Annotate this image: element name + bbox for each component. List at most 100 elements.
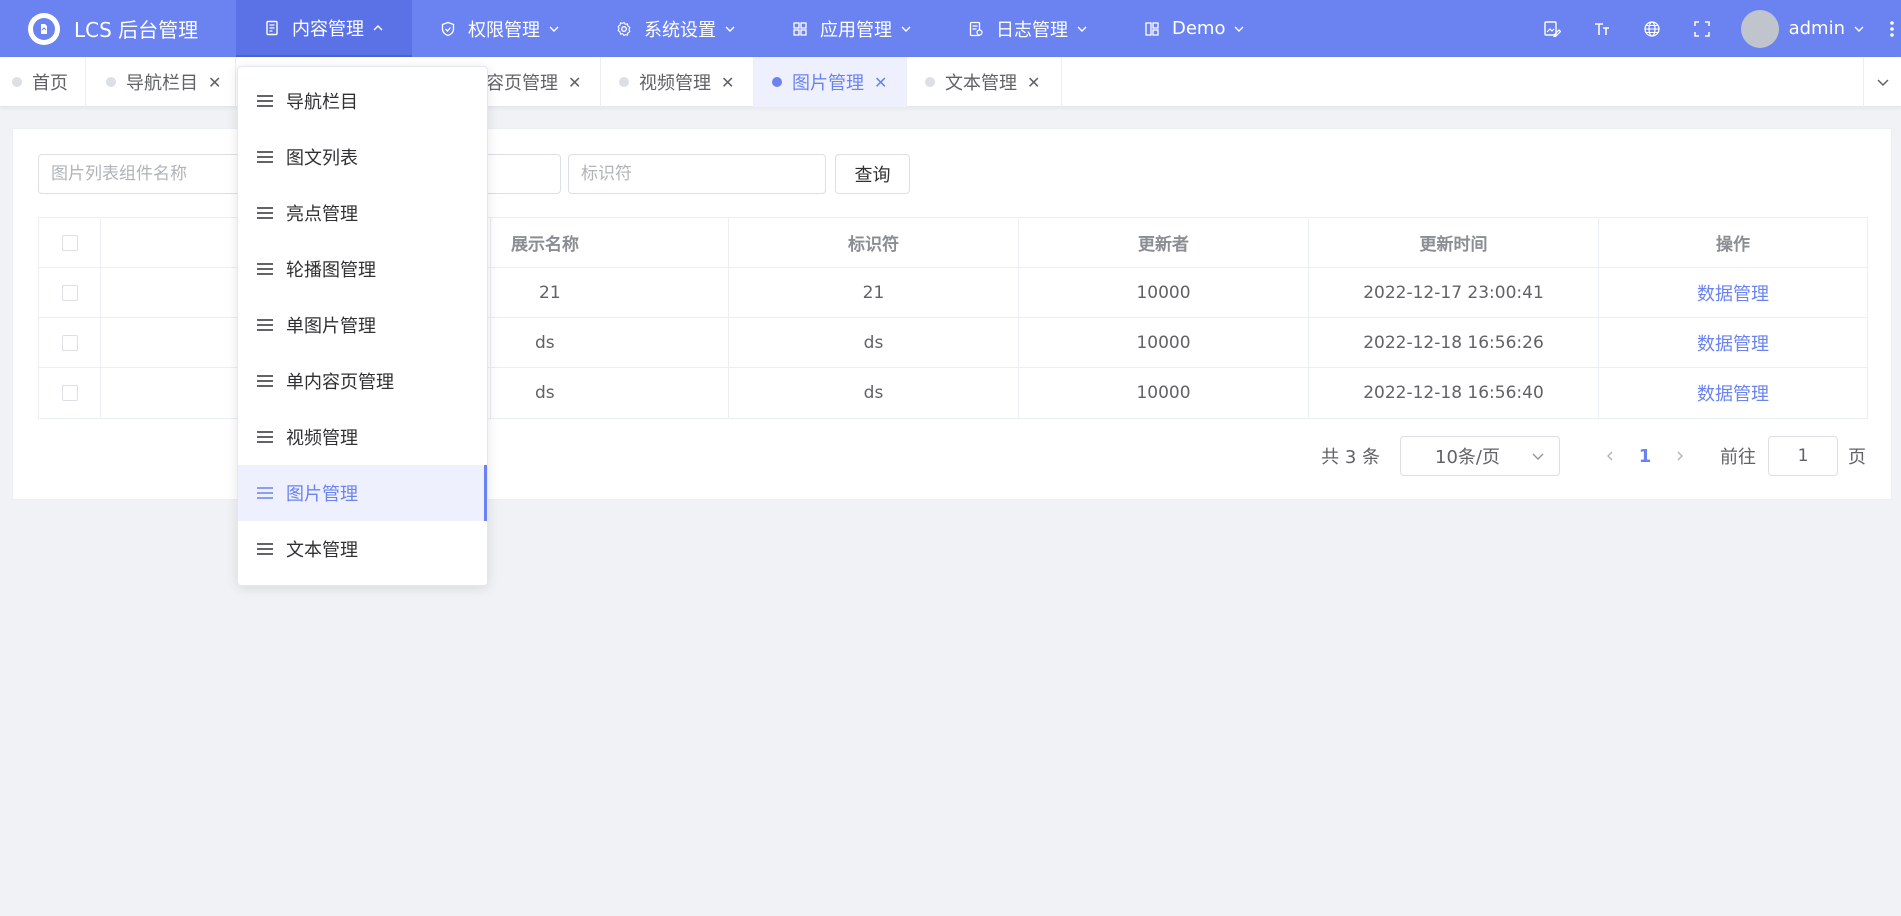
- next-page-button[interactable]: [1660, 450, 1700, 462]
- menu-item-single-image[interactable]: 单图片管理: [238, 297, 487, 353]
- app-logo[interactable]: LCS 后台管理: [0, 0, 236, 57]
- nav-demo[interactable]: Demo: [1116, 0, 1273, 57]
- chevron-down-icon: [724, 23, 736, 35]
- log-icon: [968, 21, 984, 37]
- tab-image-management[interactable]: 图片管理 ✕: [754, 57, 907, 107]
- row-checkbox[interactable]: [61, 334, 78, 351]
- nav-log-management[interactable]: 日志管理: [940, 0, 1116, 57]
- chevron-down-icon: [1233, 23, 1245, 35]
- nav-label: 日志管理: [996, 19, 1068, 41]
- fullscreen-icon: [1693, 20, 1710, 37]
- chevron-left-icon: [1607, 451, 1613, 461]
- tab-dot: [619, 77, 629, 87]
- prev-page-button[interactable]: [1590, 450, 1630, 462]
- tab-video-management[interactable]: 视频管理 ✕: [601, 57, 754, 107]
- menu-icon: [256, 206, 274, 220]
- main-nav: 内容管理 权限管理 系统设置 应用管理 日志管理 Demo: [236, 0, 1273, 57]
- menu-icon: [256, 318, 274, 332]
- more-button[interactable]: [1883, 0, 1901, 57]
- row-display-name: 21: [491, 267, 729, 318]
- name-search-input[interactable]: [38, 154, 258, 194]
- menu-item-single-content-page[interactable]: 单内容页管理: [238, 353, 487, 409]
- nav-label: Demo: [1172, 18, 1226, 39]
- tab-dot: [772, 77, 782, 87]
- row-checkbox[interactable]: [61, 284, 78, 301]
- select-all-checkbox[interactable]: [61, 234, 78, 251]
- menu-item-carousel[interactable]: 轮播图管理: [238, 241, 487, 297]
- shield-icon: [440, 21, 456, 37]
- header-display-name: 展示名称: [491, 217, 729, 268]
- close-icon[interactable]: ✕: [208, 73, 221, 92]
- nav-label: 应用管理: [820, 19, 892, 41]
- globe-icon: [1643, 20, 1660, 37]
- tab-label: 视频管理: [639, 73, 711, 94]
- chevron-down-icon: [1532, 453, 1544, 460]
- more-vertical-icon: [1890, 20, 1894, 37]
- row-display-name: ds: [491, 317, 729, 368]
- user-menu[interactable]: admin: [1727, 0, 1883, 57]
- goto-page-input[interactable]: [1768, 436, 1838, 476]
- row-code: ds: [729, 368, 1019, 418]
- menu-item-article-list[interactable]: 图文列表: [238, 129, 487, 185]
- chevron-up-icon: [372, 22, 384, 34]
- menu-icon: [256, 542, 274, 556]
- row-updater: 10000: [1019, 368, 1309, 418]
- data-management-link[interactable]: 数据管理: [1697, 330, 1769, 356]
- tab-home[interactable]: 首页: [0, 57, 86, 107]
- row-checkbox[interactable]: [61, 385, 78, 401]
- tabs-more-button[interactable]: [1863, 57, 1901, 107]
- close-icon[interactable]: ✕: [874, 73, 887, 92]
- goto-label: 前往: [1720, 447, 1756, 468]
- menu-icon: [256, 262, 274, 276]
- tab-label: 容页管理: [486, 73, 558, 94]
- nav-content-management[interactable]: 内容管理: [236, 0, 412, 57]
- nav-app-management[interactable]: 应用管理: [764, 0, 940, 57]
- row-display-name: ds: [491, 368, 729, 418]
- code-search-input[interactable]: [568, 154, 826, 194]
- data-management-link[interactable]: 数据管理: [1697, 380, 1769, 406]
- menu-item-text[interactable]: 文本管理: [238, 521, 487, 577]
- close-icon[interactable]: ✕: [721, 73, 734, 92]
- tab-text-management[interactable]: 文本管理 ✕: [907, 57, 1062, 107]
- menu-item-image[interactable]: 图片管理: [238, 465, 487, 521]
- menu-item-video[interactable]: 视频管理: [238, 409, 487, 465]
- header-checkbox-cell: [39, 217, 101, 268]
- chevron-down-icon: [1876, 79, 1889, 87]
- page-size-select[interactable]: 10条/页: [1400, 436, 1560, 476]
- nav-label: 内容管理: [292, 18, 364, 40]
- header-code: 标识符: [729, 217, 1019, 268]
- header-updater: 更新者: [1019, 217, 1309, 268]
- image-edit-button[interactable]: [1527, 0, 1577, 57]
- page-suffix: 页: [1848, 447, 1866, 468]
- nav-permission-management[interactable]: 权限管理: [412, 0, 588, 57]
- nav-label: 系统设置: [644, 19, 716, 41]
- menu-icon: [256, 150, 274, 164]
- menu-icon: [256, 94, 274, 108]
- font-size-icon: [1594, 22, 1609, 35]
- right-toolbar: admin: [1527, 0, 1901, 57]
- fullscreen-button[interactable]: [1677, 0, 1727, 57]
- avatar: [1740, 9, 1779, 48]
- row-code: 21: [729, 267, 1019, 318]
- row-update-time: 2022-12-18 16:56:40: [1309, 368, 1599, 418]
- page-number-current[interactable]: 1: [1630, 446, 1660, 467]
- row-updater: 10000: [1019, 317, 1309, 368]
- menu-item-nav-column[interactable]: 导航栏目: [238, 73, 487, 129]
- close-icon[interactable]: ✕: [568, 73, 581, 92]
- tab-label: 图片管理: [792, 73, 864, 94]
- language-button[interactable]: [1627, 0, 1677, 57]
- data-management-link[interactable]: 数据管理: [1697, 280, 1769, 306]
- tab-nav-column[interactable]: 导航栏目 ✕: [86, 57, 236, 107]
- chevron-down-icon: [1076, 23, 1088, 35]
- menu-item-highlights[interactable]: 亮点管理: [238, 185, 487, 241]
- query-button[interactable]: 查询: [835, 154, 910, 194]
- close-icon[interactable]: ✕: [1027, 73, 1040, 92]
- tab-dot: [12, 77, 22, 87]
- top-navbar: LCS 后台管理 内容管理 权限管理 系统设置 应用管理 日志管理 Demo a…: [0, 0, 1901, 57]
- nav-system-settings[interactable]: 系统设置: [588, 0, 764, 57]
- font-size-button[interactable]: [1577, 0, 1627, 57]
- nav-label: 权限管理: [468, 19, 540, 41]
- tab-label: 导航栏目: [126, 73, 198, 94]
- tab-label: 文本管理: [945, 73, 1017, 94]
- document-icon: [264, 20, 280, 36]
